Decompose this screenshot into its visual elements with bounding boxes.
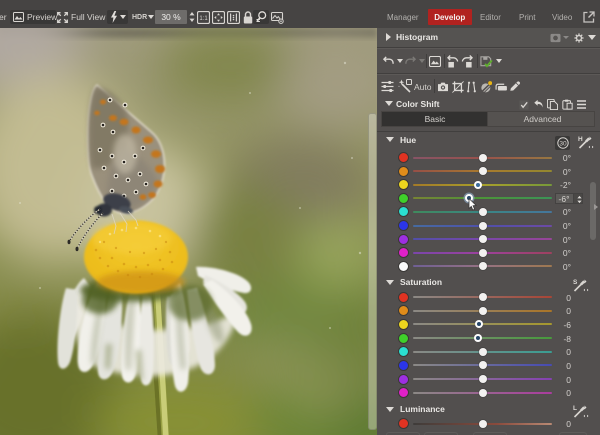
svg-text:30: 30 bbox=[559, 140, 567, 147]
svg-text:L: L bbox=[573, 405, 577, 412]
svg-text:1:1: 1:1 bbox=[199, 16, 208, 22]
svg-text:S: S bbox=[573, 279, 578, 286]
svg-text:H: H bbox=[578, 136, 583, 143]
